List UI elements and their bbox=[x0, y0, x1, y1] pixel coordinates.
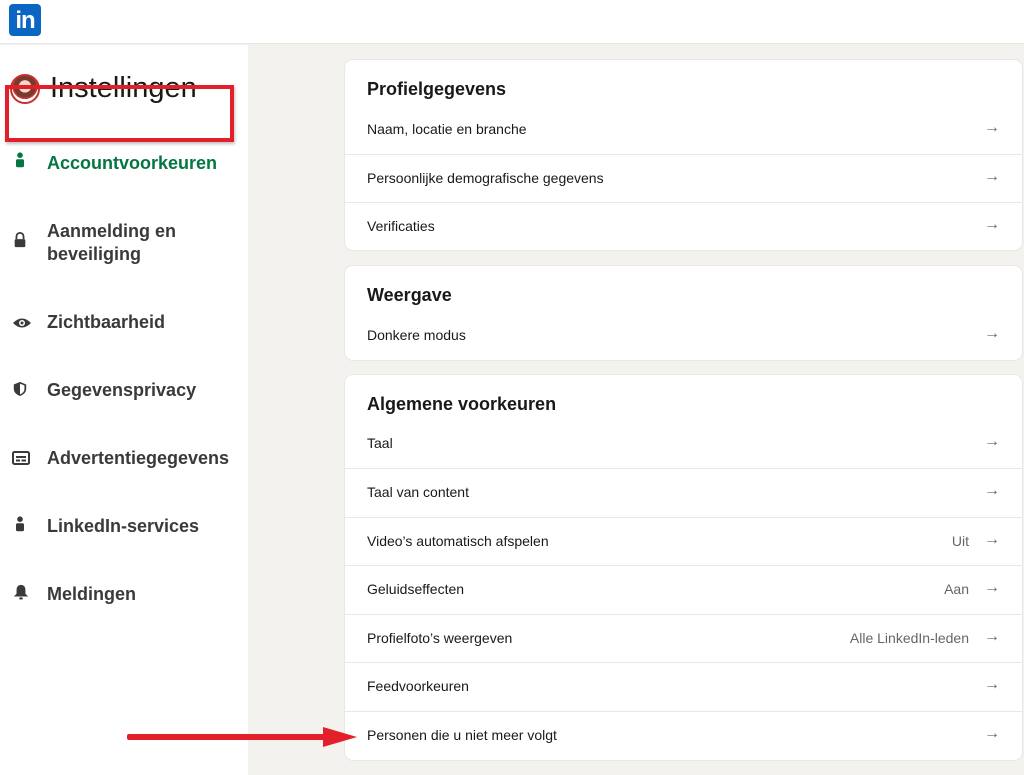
settings-row-taal[interactable]: Taal → bbox=[345, 420, 1022, 468]
top-bar: in bbox=[0, 0, 1024, 44]
row-label: Profielfoto’s weergeven bbox=[367, 630, 513, 646]
sidebar-item-linkedin-services[interactable]: LinkedIn-services bbox=[0, 515, 248, 539]
bell-icon bbox=[13, 584, 29, 600]
sidebar-item-label: Aanmelding en beveiliging bbox=[47, 221, 177, 264]
settings-row-taal-content[interactable]: Taal van content → bbox=[345, 468, 1022, 516]
settings-sidebar: Instellingen Accountvoorkeuren Aanmeldin… bbox=[0, 45, 248, 775]
row-label: Geluidseffecten bbox=[367, 581, 465, 597]
settings-row-profielfotos[interactable]: Profielfoto’s weergeven Alle LinkedIn-le… bbox=[345, 614, 1022, 662]
shield-icon bbox=[13, 381, 27, 397]
settings-row-donkere-modus[interactable]: Donkere modus → bbox=[345, 312, 1022, 360]
highlight-annotation-box bbox=[5, 85, 234, 142]
card-title: Algemene voorkeuren bbox=[367, 394, 557, 414]
settings-row-naam[interactable]: Naam, locatie en branche → bbox=[345, 106, 1022, 154]
row-label: Feedvoorkeuren bbox=[367, 678, 469, 694]
arrow-right-icon: → bbox=[984, 433, 1000, 450]
general-preferences-card: Algemene voorkeuren Taal → Taal van cont… bbox=[345, 375, 1022, 760]
sidebar-item-zichtbaarheid[interactable]: Zichtbaarheid bbox=[0, 311, 248, 335]
arrow-right-icon: → bbox=[984, 482, 1000, 499]
sidebar-item-accountvoorkeuren[interactable]: Accountvoorkeuren bbox=[0, 152, 248, 186]
arrow-right-icon: → bbox=[984, 676, 1000, 693]
sidebar-item-label: Accountvoorkeuren bbox=[47, 153, 218, 173]
row-label: Taal van content bbox=[367, 484, 469, 500]
settings-row-verificaties[interactable]: Verificaties → bbox=[345, 202, 1022, 250]
arrow-right-icon: → bbox=[984, 725, 1000, 742]
sidebar-item-meldingen[interactable]: Meldingen bbox=[0, 583, 248, 607]
row-label: Personen die u niet meer volgt bbox=[367, 727, 557, 743]
sidebar-item-label: Zichtbaarheid bbox=[47, 312, 166, 332]
arrow-right-icon: → bbox=[984, 579, 1000, 596]
sidebar-item-label: Meldingen bbox=[47, 584, 136, 604]
settings-row-demografisch[interactable]: Persoonlijke demografische gegevens → bbox=[345, 154, 1022, 202]
sidebar-item-aanmelding[interactable]: Aanmelding en beveiliging bbox=[0, 220, 248, 268]
settings-row-feedvoorkeuren[interactable]: Feedvoorkeuren → bbox=[345, 662, 1022, 710]
eye-icon bbox=[13, 318, 31, 328]
lock-icon bbox=[14, 232, 26, 248]
row-value: Uit bbox=[951, 533, 969, 549]
row-value: Aan bbox=[944, 581, 969, 597]
sidebar-item-label: LinkedIn-services bbox=[47, 516, 200, 536]
profile-card: Profielgegevens Naam, locatie en branche… bbox=[345, 60, 1022, 250]
card-title: Profielgegevens bbox=[367, 79, 507, 99]
sidebar-item-gegevensprivacy[interactable]: Gegevensprivacy bbox=[0, 379, 248, 403]
arrow-right-icon: → bbox=[984, 168, 1000, 185]
row-label: Taal bbox=[367, 435, 393, 451]
row-label: Persoonlijke demografische gegevens bbox=[367, 170, 604, 186]
row-value: Alle LinkedIn-leden bbox=[849, 630, 969, 646]
sidebar-item-label: Gegevensprivacy bbox=[47, 380, 197, 400]
arrow-right-icon: → bbox=[984, 628, 1000, 645]
arrow-right-icon: → bbox=[984, 325, 1000, 342]
settings-row-geluidseffecten[interactable]: Geluidseffecten Aan → bbox=[345, 565, 1022, 613]
row-label: Naam, locatie en branche bbox=[367, 121, 527, 137]
card-title: Weergave bbox=[367, 285, 452, 305]
red-annotation-arrow-icon bbox=[127, 727, 357, 747]
linkedin-logo[interactable]: in bbox=[9, 4, 41, 36]
row-label: Video’s automatisch afspelen bbox=[367, 533, 549, 549]
row-label: Donkere modus bbox=[367, 327, 466, 343]
sidebar-item-label: Advertentiegegevens bbox=[47, 448, 230, 468]
settings-row-niet-meer-volgt[interactable]: Personen die u niet meer volgt → bbox=[345, 711, 1022, 759]
arrow-right-icon: → bbox=[984, 216, 1000, 233]
arrow-right-icon: → bbox=[984, 531, 1000, 548]
settings-row-video-autoplay[interactable]: Video’s automatisch afspelen Uit → bbox=[345, 517, 1022, 565]
ad-card-icon bbox=[12, 451, 30, 465]
arrow-right-icon: → bbox=[984, 119, 1000, 136]
person-icon bbox=[16, 516, 24, 532]
display-card: Weergave Donkere modus → bbox=[345, 266, 1022, 360]
row-label: Verificaties bbox=[367, 218, 435, 234]
sidebar-item-advertentiegegevens[interactable]: Advertentiegegevens bbox=[0, 447, 248, 471]
person-icon bbox=[16, 152, 24, 168]
